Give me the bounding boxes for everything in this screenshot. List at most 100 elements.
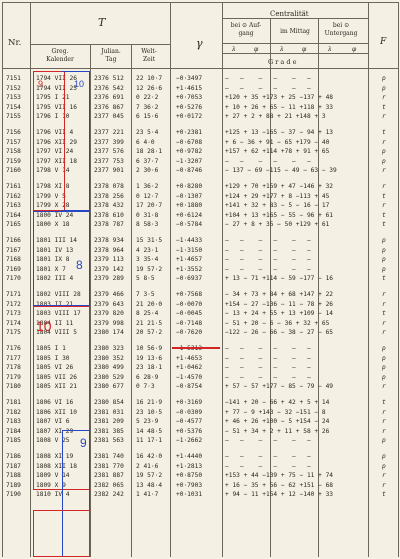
row-f: r [382, 472, 386, 480]
row-centralitat: − 51 + 20 − 6 − 36 + 32 + 65 [225, 319, 330, 327]
row-gamma: +1·4653 [176, 354, 203, 362]
row-centralitat: — — — — — — [225, 364, 311, 372]
col-t-header: T [98, 16, 106, 29]
row-f: p [382, 354, 386, 362]
row-welt: 3 35·4 [136, 256, 159, 264]
row-nr: 7159 [6, 157, 21, 165]
blue-bracket-top [62, 71, 90, 211]
row-julian: 2381 031 [94, 408, 124, 416]
row-centralitat: — — — — — — [225, 453, 311, 460]
row-nr: 7175 [6, 329, 21, 337]
row-centralitat: + 57 − 57 +177 − 85 − 79 − 49 [225, 383, 334, 391]
col-nr-header: Nr. [8, 38, 22, 48]
row-gamma: −1·4570 [176, 373, 203, 381]
row-f: r [382, 183, 386, 190]
row-f: p [382, 364, 386, 372]
row-welt: 10 56·9 [136, 345, 163, 352]
row-gamma: −0·1307 [176, 192, 203, 200]
rule-top [2, 2, 398, 3]
row-centralitat: +141 + 32 + 83 − 5 − 16 − 17 [225, 202, 330, 210]
row-welt: 2 30·6 [136, 167, 159, 175]
row-julian: 2379 820 [94, 310, 124, 318]
row-gamma: +1·0462 [176, 364, 203, 372]
row-julian: 2380 529 [94, 373, 124, 381]
row-f: r [382, 167, 386, 175]
row-nr: 7178 [6, 364, 21, 372]
row-gamma: −0·5784 [176, 221, 203, 229]
row-gamma: +0·5276 [176, 103, 203, 111]
welt-header: Welt- Zeit [141, 48, 157, 63]
rule-greg [90, 44, 91, 557]
row-nr: 7157 [6, 138, 21, 146]
row-f: t [382, 310, 386, 318]
row-centralitat: — — — — — — [225, 265, 311, 273]
aufgang-header: bei ⊙ Auf- gang [230, 22, 262, 37]
row-nr: 7167 [6, 246, 21, 254]
row-f: r [382, 481, 386, 489]
row-gamma: +0·6124 [176, 211, 203, 219]
row-f: p [382, 437, 386, 445]
row-centralitat: — — — — — — [225, 84, 311, 92]
row-gamma: −0·7148 [176, 319, 203, 327]
row-julian: 2376 867 [94, 103, 124, 111]
row-f: t [382, 221, 386, 229]
row-gamma: +1·4657 [176, 256, 203, 264]
row-nr: 7176 [6, 345, 21, 352]
row-nr: 7160 [6, 167, 21, 175]
row-welt: 19 13·6 [136, 354, 163, 362]
row-f: t [382, 103, 386, 111]
row-centralitat: − 27 + 8 + 35 − 50 +129 + 61 [225, 221, 330, 229]
phi-3: φ [352, 46, 357, 53]
row-gamma: −1·3150 [176, 246, 203, 254]
row-julian: 2377 399 [94, 138, 124, 146]
row-nr: 7152 [6, 84, 21, 92]
row-welt: 8 58·3 [136, 221, 159, 229]
row-julian: 2378 964 [94, 246, 124, 254]
grade-label: G r a d e [268, 58, 297, 66]
row-julian: 2377 901 [94, 167, 124, 175]
row-welt: 18 28·1 [136, 148, 163, 156]
row-centralitat: + 46 + 26 +100 − 5 +154 − 24 [225, 418, 330, 426]
row-welt: 1 36·2 [136, 183, 159, 190]
row-julian: 2381 770 [94, 462, 124, 470]
row-julian: 2377 576 [94, 148, 124, 156]
untergang-header: bei ⊙ Untergang [324, 22, 358, 37]
red-bracket-top [33, 71, 65, 211]
row-f: r [382, 138, 386, 146]
row-gamma: +0·7053 [176, 94, 203, 102]
row-gamma: −0·4577 [176, 418, 203, 426]
row-gamma: −0·6937 [176, 275, 203, 283]
row-julian: 2379 643 [94, 300, 124, 308]
phi-1: φ [254, 46, 259, 53]
row-nr: 7181 [6, 399, 21, 406]
row-gamma: −0·0309 [176, 408, 203, 416]
row-nr: 7186 [6, 453, 21, 460]
row-julian: 2381 563 [94, 437, 124, 445]
row-nr: 7162 [6, 192, 21, 200]
row-welt: 12 26·6 [136, 84, 163, 92]
row-julian: 2381 740 [94, 453, 124, 460]
row-centralitat: +154 − 27 −136 − 11 − 78 + 26 [225, 300, 334, 308]
row-centralitat: — — — — — — [225, 237, 311, 244]
row-centralitat: — — — — — — [225, 354, 311, 362]
row-f: p [382, 75, 386, 82]
row-gamma: +0·9782 [176, 148, 203, 156]
row-centralitat: +104 + 13 +165 − 55 − 96 + 61 [225, 211, 334, 219]
row-julian: 2381 385 [94, 427, 124, 435]
row-f: r [382, 383, 386, 391]
rule-right [398, 2, 399, 557]
row-welt: 6 28·9 [136, 373, 159, 381]
row-centralitat: — — — — — — [225, 157, 311, 165]
rule-gamma [222, 2, 223, 557]
row-gamma: +1·3552 [176, 265, 203, 273]
row-welt: 5 23·9 [136, 418, 159, 426]
row-welt: 14 48·5 [136, 427, 163, 435]
row-julian: 2376 542 [94, 84, 124, 92]
row-julian: 2382 242 [94, 491, 124, 499]
row-welt: 21 20·0 [136, 300, 163, 308]
row-nr: 7161 [6, 183, 21, 190]
row-centralitat: − 137 − 69 −115 − 49 − 63 − 39 [225, 167, 337, 175]
rule-cen-sub3 [222, 53, 368, 54]
row-centralitat: +157 + 62 +114 +78 + 91 + 65 [225, 148, 330, 156]
annotation-red-10: 10 [36, 318, 52, 334]
